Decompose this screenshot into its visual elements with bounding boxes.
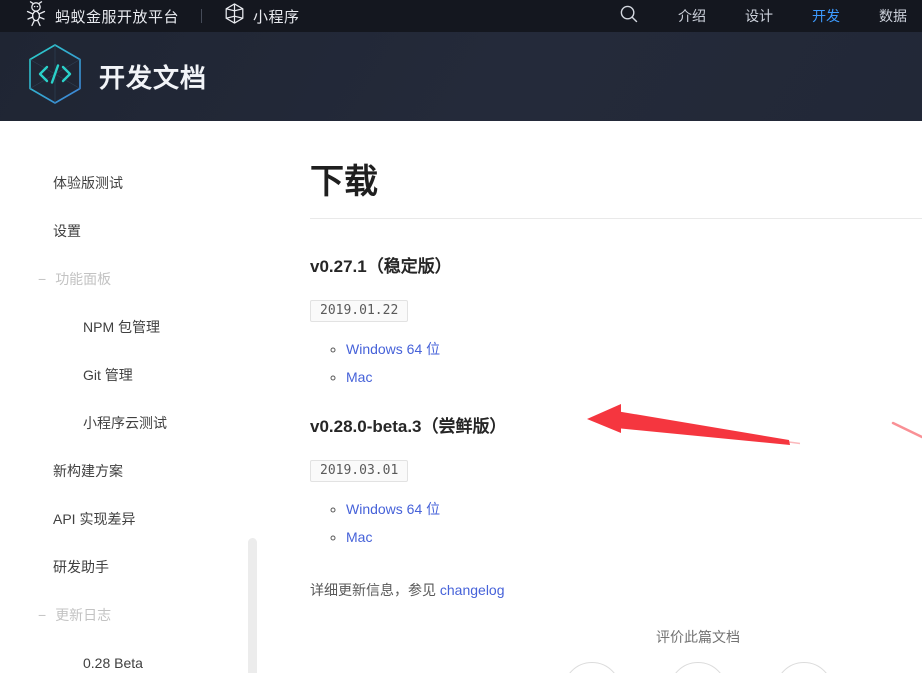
sidebar-item-npm[interactable]: NPM 包管理 (0, 303, 300, 351)
sidebar-item-label: NPM 包管理 (83, 317, 160, 337)
sidebar-item-api-diff[interactable]: API 实现差异 (0, 495, 300, 543)
sidebar-item-new-build[interactable]: 新构建方案 (0, 447, 300, 495)
topbar: 蚂蚁金服开放平台 小程序 (0, 0, 922, 32)
rating-option-3[interactable] (775, 662, 833, 673)
download-list: Windows 64 位 Mac (310, 495, 922, 551)
sidebar-item-git[interactable]: Git 管理 (0, 351, 300, 399)
sidebar-item-experience-test[interactable]: 体验版测试 (0, 159, 300, 207)
download-link-mac[interactable]: Mac (346, 529, 372, 545)
sidebar-item-cloud-test[interactable]: 小程序云测试 (0, 399, 300, 447)
title-divider (310, 218, 922, 219)
page-title: 开发文档 (99, 58, 207, 95)
download-link-windows[interactable]: Windows 64 位 (346, 501, 440, 517)
search-icon (619, 4, 639, 29)
rating-label: 评价此篇文档 (310, 627, 922, 647)
sidebar-item-label: 设置 (53, 221, 81, 241)
list-item: Windows 64 位 (346, 495, 922, 523)
version-heading: v0.27.1（稳定版） (310, 257, 922, 277)
sidebar-item-label: 小程序云测试 (83, 413, 167, 433)
changelog-note: 详细更新信息，参见 changelog (310, 580, 922, 600)
page-body: 体验版测试 设置 − 功能面板 NPM 包管理 Git 管理 小程序云测试 新构… (0, 121, 922, 673)
rating-options (310, 662, 922, 673)
nav-intro[interactable]: 介绍 (678, 6, 706, 26)
changelog-link[interactable]: changelog (440, 582, 505, 598)
sidebar-group-label: 功能面板 (55, 269, 111, 289)
version-section-stable: v0.27.1（稳定版） 2019.01.22 Windows 64 位 Mac (310, 257, 922, 391)
mini-program-icon (224, 3, 245, 29)
list-item: Windows 64 位 (346, 335, 922, 363)
version-section-beta: v0.28.0-beta.3（尝鲜版） 2019.03.01 Windows 6… (310, 417, 922, 551)
sidebar-item-settings[interactable]: 设置 (0, 207, 300, 255)
download-link-mac[interactable]: Mac (346, 369, 372, 385)
topbar-left: 蚂蚁金服开放平台 小程序 (0, 0, 300, 32)
main-content: 下载 v0.27.1（稳定版） 2019.01.22 Windows 64 位 … (310, 121, 922, 673)
sidebar-item-label: Git 管理 (83, 365, 133, 385)
nav-data[interactable]: 数据 (879, 6, 907, 26)
sidebar-item-label: 体验版测试 (53, 173, 123, 193)
download-list: Windows 64 位 Mac (310, 335, 922, 391)
nav-develop[interactable]: 开发 (812, 6, 840, 26)
sidebar-scrollbar[interactable] (248, 538, 257, 673)
dev-docs-icon (27, 43, 83, 110)
sidebar-item-label: 新构建方案 (53, 461, 123, 481)
topnav: 介绍 设计 开发 数据 (678, 6, 922, 26)
download-link-windows[interactable]: Windows 64 位 (346, 341, 440, 357)
changelog-note-text: 详细更新信息，参见 (310, 582, 440, 598)
sidebar-item-label: 0.28 Beta (83, 655, 143, 671)
list-item: Mac (346, 523, 922, 551)
sidebar-item-label: 研发助手 (53, 557, 109, 577)
ant-logo-icon (24, 1, 48, 32)
sidebar-item-label: API 实现差异 (53, 509, 135, 529)
sidebar-group-label: 更新日志 (55, 605, 111, 625)
topbar-divider (201, 9, 202, 23)
search-button[interactable] (616, 3, 642, 29)
brand-title: 蚂蚁金服开放平台 (55, 6, 179, 27)
brand-home-link[interactable]: 蚂蚁金服开放平台 (24, 1, 179, 32)
product-link[interactable]: 小程序 (224, 3, 300, 29)
topbar-right: 介绍 设计 开发 数据 (616, 0, 922, 32)
screen: 蚂蚁金服开放平台 小程序 (0, 0, 922, 673)
rating-option-1[interactable] (563, 662, 621, 673)
subheader: 开发文档 (0, 32, 922, 121)
release-date-badge: 2019.03.01 (310, 460, 408, 482)
doc-title: 下载 (310, 162, 922, 202)
rating-option-2[interactable] (669, 662, 727, 673)
sidebar-group-feature-panel[interactable]: − 功能面板 (0, 255, 300, 303)
product-title: 小程序 (253, 6, 300, 27)
nav-design[interactable]: 设计 (745, 6, 773, 26)
release-date-badge: 2019.01.22 (310, 300, 408, 322)
collapse-dash-icon: − (38, 271, 46, 287)
sidebar: 体验版测试 设置 − 功能面板 NPM 包管理 Git 管理 小程序云测试 新构… (0, 121, 300, 673)
list-item: Mac (346, 363, 922, 391)
version-heading: v0.28.0-beta.3（尝鲜版） (310, 417, 922, 437)
collapse-dash-icon: − (38, 607, 46, 623)
rating-widget: 评价此篇文档 (310, 627, 922, 673)
